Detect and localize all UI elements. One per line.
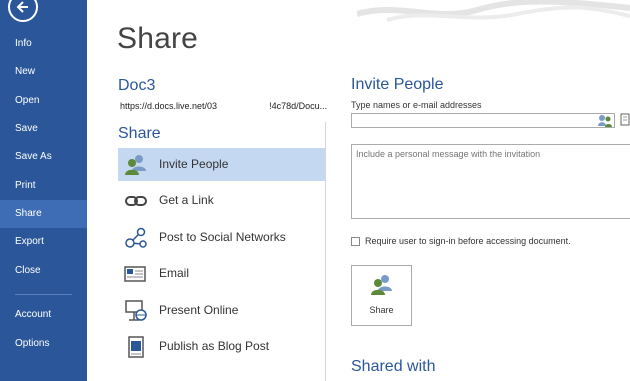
document-url-end: !4c78d/Docu... bbox=[269, 101, 328, 111]
back-arrow-icon bbox=[16, 1, 28, 13]
option-get-a-link[interactable]: Get a Link bbox=[118, 184, 325, 217]
nav-item-new[interactable]: New bbox=[0, 58, 87, 86]
nav-item-save[interactable]: Save bbox=[0, 115, 87, 143]
page-title: Share bbox=[117, 22, 199, 55]
link-icon bbox=[124, 189, 148, 213]
names-input[interactable] bbox=[351, 113, 615, 128]
nav-item-close[interactable]: Close bbox=[0, 257, 87, 285]
option-label: Invite People bbox=[159, 157, 229, 171]
option-invite-people[interactable]: Invite People bbox=[118, 148, 325, 181]
back-button[interactable] bbox=[8, 0, 38, 22]
blog-post-icon bbox=[124, 335, 148, 359]
nav-item-account[interactable]: Account bbox=[0, 301, 87, 329]
check-names-icon[interactable] bbox=[620, 112, 630, 127]
main-content: Share Doc3 https://d.docs.live.net/03 !4c… bbox=[87, 0, 630, 381]
email-icon bbox=[124, 262, 148, 286]
share-button[interactable]: Share bbox=[351, 265, 412, 326]
option-label: Get a Link bbox=[159, 193, 214, 207]
option-email[interactable]: Email bbox=[118, 257, 325, 290]
backstage-nav: Info New Open Save Save As Print Share E… bbox=[0, 0, 87, 381]
invite-people-icon bbox=[124, 153, 148, 177]
option-label: Post to Social Networks bbox=[159, 230, 286, 244]
invite-people-title: Invite People bbox=[351, 76, 444, 93]
present-online-icon bbox=[124, 299, 148, 323]
nav-item-print[interactable]: Print bbox=[0, 172, 87, 200]
nav-item-export[interactable]: Export bbox=[0, 228, 87, 256]
option-label: Email bbox=[159, 266, 190, 280]
decorative-swirl bbox=[357, 0, 630, 22]
option-publish-as-blog-post[interactable]: Publish as Blog Post bbox=[118, 330, 325, 363]
address-book-icon[interactable] bbox=[597, 113, 613, 128]
personal-message-input[interactable] bbox=[351, 144, 630, 219]
names-label: Type names or e-mail addresses bbox=[351, 100, 482, 110]
option-post-to-social-networks[interactable]: Post to Social Networks bbox=[118, 221, 325, 254]
nav-item-options[interactable]: Options bbox=[0, 330, 87, 358]
nav-divider bbox=[15, 294, 72, 295]
share-section-label: Share bbox=[118, 125, 161, 142]
nav-item-share[interactable]: Share bbox=[0, 200, 87, 228]
nav-item-open[interactable]: Open bbox=[0, 87, 87, 115]
options-divider bbox=[325, 122, 326, 381]
require-signin-checkbox[interactable] bbox=[351, 237, 360, 246]
document-name: Doc3 bbox=[118, 77, 156, 94]
nav-item-save-as[interactable]: Save As bbox=[0, 143, 87, 171]
share-button-label: Share bbox=[369, 305, 394, 315]
document-url: https://d.docs.live.net/03 !4c78d/Docu... bbox=[120, 101, 327, 111]
option-label: Present Online bbox=[159, 303, 239, 317]
invite-people-icon bbox=[370, 274, 394, 298]
option-label: Publish as Blog Post bbox=[159, 339, 270, 353]
shared-with-title: Shared with bbox=[351, 358, 436, 375]
option-present-online[interactable]: Present Online bbox=[118, 294, 325, 327]
nav-item-info[interactable]: Info bbox=[0, 30, 87, 58]
social-networks-icon bbox=[124, 226, 148, 250]
document-url-start: https://d.docs.live.net/03 bbox=[120, 101, 218, 111]
require-signin-label: Require user to sign-in before accessing… bbox=[365, 236, 571, 246]
